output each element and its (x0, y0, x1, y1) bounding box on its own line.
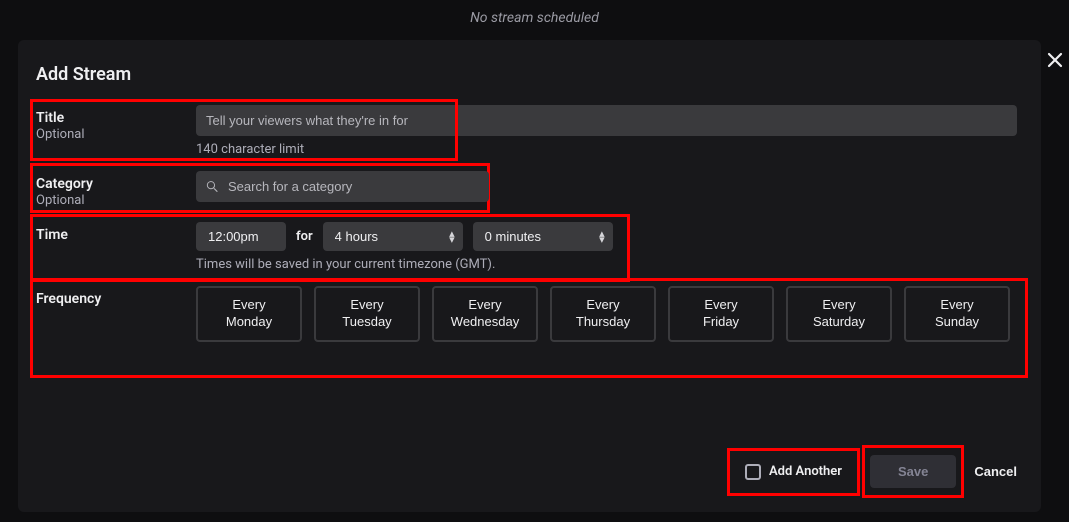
minutes-select[interactable]: 0 minutes (473, 222, 613, 251)
frequency-option-thursday[interactable]: EveryThursday (550, 286, 656, 342)
title-optional-label: Optional (36, 127, 196, 142)
frequency-option-sunday[interactable]: EverySunday (904, 286, 1010, 342)
title-input[interactable] (196, 105, 1017, 136)
frequency-option-saturday[interactable]: EverySaturday (786, 286, 892, 342)
title-hint: 140 character limit (196, 142, 1017, 157)
frequency-label: Frequency (36, 291, 196, 307)
modal-title: Add Stream (36, 64, 1017, 85)
frequency-option-friday[interactable]: EveryFriday (668, 286, 774, 342)
category-optional-label: Optional (36, 193, 196, 208)
category-search-input[interactable] (196, 171, 489, 202)
time-label: Time (36, 227, 196, 243)
time-input[interactable] (196, 222, 286, 251)
close-icon[interactable] (1045, 50, 1065, 70)
hours-select[interactable]: 4 hours (323, 222, 463, 251)
save-button[interactable]: Save (870, 455, 956, 488)
cancel-button[interactable]: Cancel (974, 464, 1017, 479)
add-another-label: Add Another (769, 464, 842, 479)
category-label: Category (36, 176, 196, 192)
frequency-option-monday[interactable]: EveryMonday (196, 286, 302, 342)
frequency-option-tuesday[interactable]: EveryTuesday (314, 286, 420, 342)
no-stream-scheduled-text: No stream scheduled (470, 10, 599, 26)
search-icon (205, 179, 220, 194)
add-stream-modal: Add Stream Title Optional 140 character … (18, 40, 1041, 512)
checkbox-icon (745, 464, 761, 480)
add-another-checkbox[interactable]: Add Another (735, 456, 852, 488)
time-hint: Times will be saved in your current time… (196, 257, 1017, 272)
title-label: Title (36, 110, 196, 126)
frequency-option-wednesday[interactable]: EveryWednesday (432, 286, 538, 342)
for-label: for (296, 229, 313, 244)
